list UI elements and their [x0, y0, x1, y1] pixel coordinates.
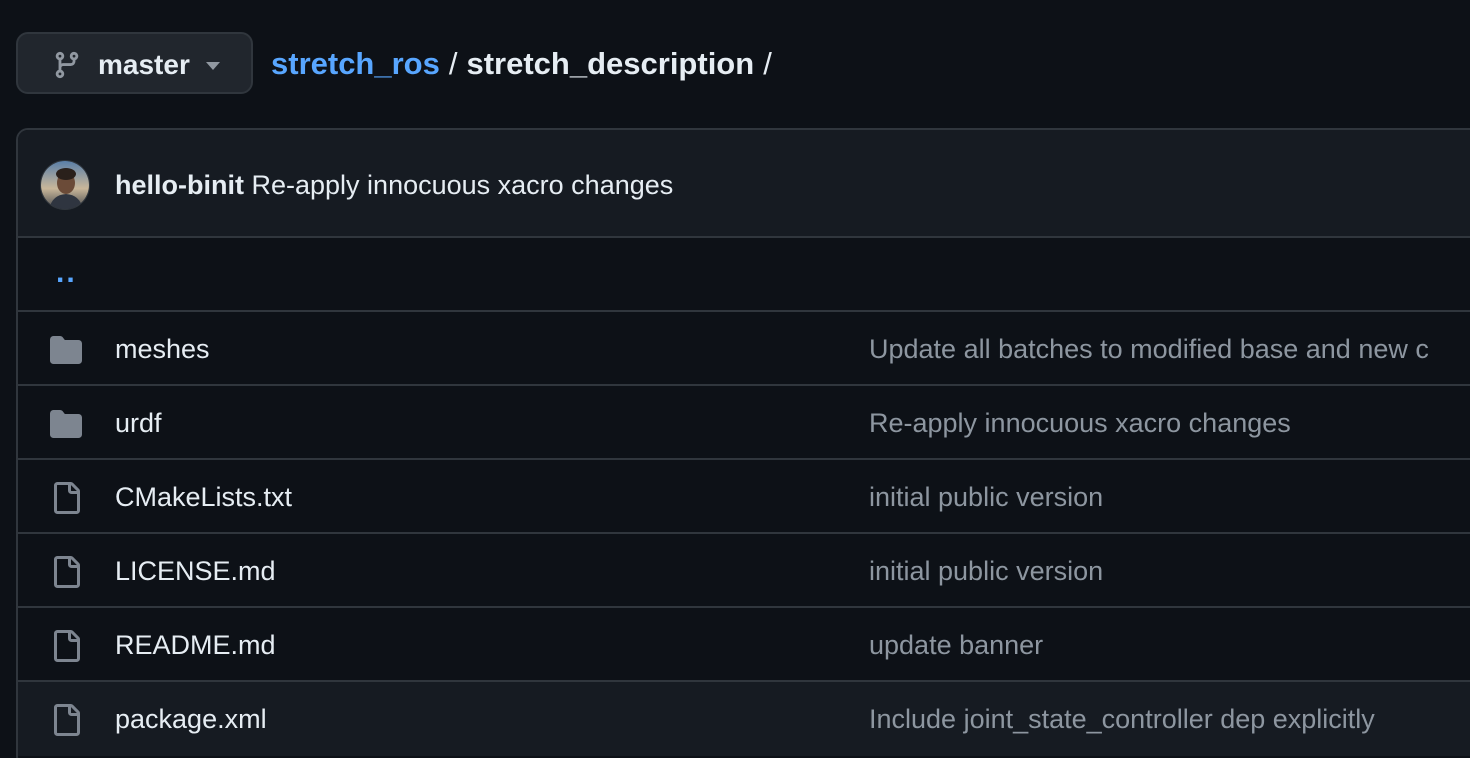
file-commit-message[interactable]: update banner	[869, 628, 1043, 662]
commit-author-link[interactable]: hello-binit	[115, 170, 244, 200]
triangle-down-icon	[206, 62, 220, 70]
file-name-link[interactable]: urdf	[115, 406, 162, 440]
file-icon	[54, 556, 80, 588]
file-name-link[interactable]: LICENSE.md	[115, 554, 276, 588]
breadcrumb: stretch_ros / stretch_description /	[271, 44, 781, 84]
list-item[interactable]: README.md update banner	[18, 608, 1470, 682]
file-icon	[54, 482, 80, 514]
list-item[interactable]: package.xml Include joint_state_controll…	[18, 682, 1470, 756]
avatar-image	[41, 161, 89, 209]
commit-message-link[interactable]: Re-apply innocuous xacro changes	[252, 170, 674, 200]
parent-directory-link[interactable]: ..	[56, 256, 77, 290]
git-branch-icon	[55, 51, 79, 79]
latest-commit-text: hello-binit Re-apply innocuous xacro cha…	[115, 168, 673, 202]
file-name-link[interactable]: package.xml	[115, 702, 267, 736]
file-icon	[54, 704, 80, 736]
file-commit-message[interactable]: Include joint_state_controller dep expli…	[869, 702, 1375, 736]
breadcrumb-separator: /	[448, 46, 458, 81]
parent-directory-row[interactable]: ..	[18, 238, 1470, 312]
branch-name: master	[98, 49, 190, 80]
folder-icon	[50, 410, 82, 438]
file-commit-message[interactable]: initial public version	[869, 554, 1103, 588]
file-name-link[interactable]: CMakeLists.txt	[115, 480, 292, 514]
list-item[interactable]: CMakeLists.txt initial public version	[18, 460, 1470, 534]
latest-commit-bar: hello-binit Re-apply innocuous xacro cha…	[18, 130, 1470, 238]
repo-directory-page: master stretch_ros / stretch_description…	[0, 0, 1470, 758]
avatar[interactable]	[40, 160, 90, 210]
file-commit-message[interactable]: initial public version	[869, 480, 1103, 514]
list-item[interactable]: LICENSE.md initial public version	[18, 534, 1470, 608]
file-commit-message[interactable]: Update all batches to modified base and …	[869, 332, 1429, 366]
folder-icon	[50, 336, 82, 364]
list-item[interactable]: urdf Re-apply innocuous xacro changes	[18, 386, 1470, 460]
file-commit-message[interactable]: Re-apply innocuous xacro changes	[869, 406, 1291, 440]
file-name-link[interactable]: meshes	[115, 332, 210, 366]
file-listing-box: hello-binit Re-apply innocuous xacro cha…	[16, 128, 1470, 758]
list-item[interactable]: meshes Update all batches to modified ba…	[18, 312, 1470, 386]
breadcrumb-current-directory: stretch_description	[466, 46, 755, 81]
branch-selector-button[interactable]: master	[16, 32, 253, 94]
file-name-link[interactable]: README.md	[115, 628, 276, 662]
breadcrumb-trailing-separator: /	[763, 46, 772, 81]
file-icon	[54, 630, 80, 662]
breadcrumb-repo-link[interactable]: stretch_ros	[271, 44, 440, 84]
